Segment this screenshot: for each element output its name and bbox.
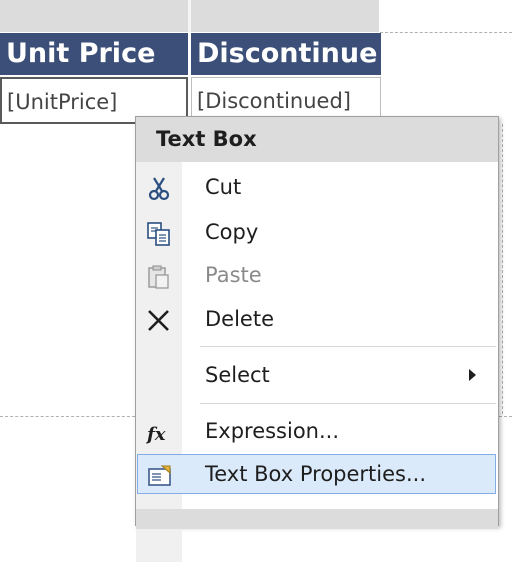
menu-item-cut[interactable]: Cut [136,167,498,207]
context-menu: Text Box Cut Copy Paste Delete Select fx… [135,116,499,562]
header-cell-unit-price[interactable]: Unit Price [0,33,188,75]
menu-item-label: Delete [205,307,274,331]
menu-item-text-box-properties[interactable]: Text Box Properties... [137,454,496,494]
copy-icon [146,220,172,246]
menu-item-label: Cut [205,175,242,199]
svg-text:fx: fx [146,424,166,445]
menu-item-paste[interactable]: Paste [136,255,498,295]
header-cell-discontinued[interactable]: Discontinue [191,33,381,75]
report-body-guide-bottom-right [499,416,512,417]
delete-x-icon [146,307,172,333]
menu-item-label: Expression... [205,419,340,443]
menu-header-tablix [136,509,498,529]
menu-separator [200,403,496,404]
fx-icon: fx [145,419,172,445]
report-body-guide-side [502,124,503,414]
menu-item-label: Paste [205,263,262,287]
submenu-arrow-icon [469,369,476,381]
column-handle-2[interactable] [191,0,379,32]
menu-item-copy[interactable]: Copy [136,212,498,252]
menu-item-expression[interactable]: fx Expression... [136,411,498,451]
report-body-guide-bottom-left [0,416,135,417]
column-handle-1[interactable] [0,0,188,32]
scissors-icon [146,175,172,201]
menu-item-label: Text Box Properties... [205,462,427,486]
menu-separator [200,346,496,347]
menu-item-select[interactable]: Select [136,355,498,395]
menu-item-label: Copy [205,220,259,244]
report-body-guide-top [380,32,512,33]
menu-header-text-box: Text Box [136,117,498,162]
paste-icon [146,263,172,289]
menu-item-label: Select [205,363,270,387]
properties-icon [147,462,173,488]
menu-item-delete[interactable]: Delete [136,299,498,339]
